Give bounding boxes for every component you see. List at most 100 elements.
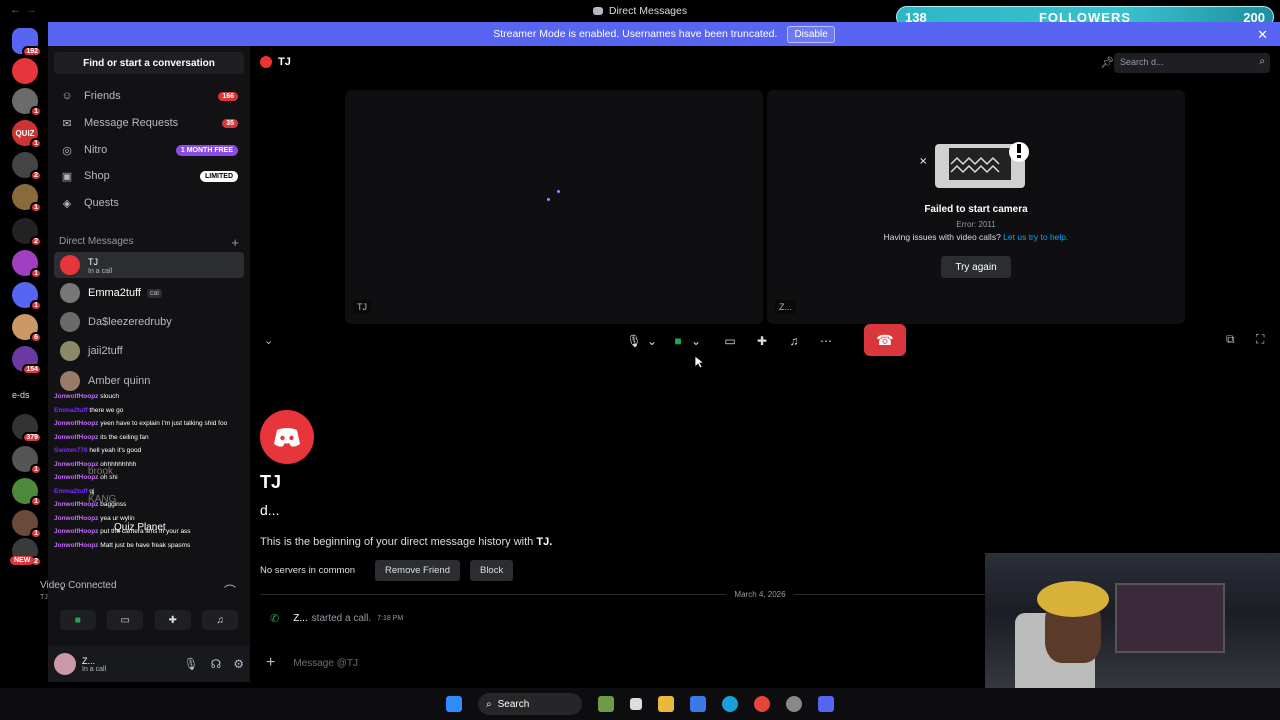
nav-nitro[interactable]: ◎ Nitro 1 MONTH FREE [54,138,244,162]
friends-icon: ☺ [61,90,73,102]
taskbar: ⌕ Search [0,688,1280,720]
new-badge[interactable]: NEW [10,556,35,565]
fullscreen-icon[interactable]: ⛶ [1256,332,1264,347]
activities-icon[interactable]: ✚ [154,610,191,630]
soundboard-icon[interactable]: ♫ [784,331,804,351]
server-icon[interactable]: 1 [12,510,42,539]
find-conversation-button[interactable]: Find or start a conversation [54,52,244,74]
create-dm-plus-icon[interactable]: + [231,235,239,250]
avatar[interactable] [54,653,76,675]
disable-button[interactable]: Disable [787,25,835,43]
forward-arrow-icon[interactable]: → [26,4,37,16]
gear-icon[interactable]: ⚙ [233,657,244,671]
copilot-icon[interactable] [690,696,706,712]
search-input[interactable]: Search d... ⌕ [1114,53,1270,73]
camera-toggle-icon[interactable]: ■ [59,610,96,630]
mail-icon: ✉ [62,118,72,130]
chrome-icon[interactable] [754,696,770,712]
server-eds-label[interactable]: e-ds [12,390,30,400]
camera-help: Having issues with video calls? Let us t… [767,232,1185,242]
taskbar-search[interactable]: ⌕ Search [478,693,582,715]
chevron-down-icon[interactable]: ⌄ [647,331,657,351]
chat-msg: yeen have to explain I'm just talking sh… [100,420,228,427]
server-icon[interactable]: 1 [12,282,42,311]
headphones-icon[interactable]: ☊ [211,657,222,671]
server-icon[interactable]: 154 [12,346,42,375]
date-label: March 4, 2026 [726,590,794,599]
microphone-icon[interactable]: 🎙︎ [183,657,198,671]
search-icon: ⌕ [1259,56,1265,67]
quests-icon: ◈ [62,198,72,210]
more-options-icon[interactable]: ⋯ [816,331,836,351]
friends-count-badge: 166 [218,91,238,101]
video-tile-tj[interactable]: TJ [345,90,763,324]
chevron-down-icon[interactable]: ⌄ [264,334,273,347]
back-arrow-icon[interactable]: ← [10,4,21,16]
chat-user: JonwolfHoopz [54,433,99,441]
dm-name: Amber quinn [88,375,151,387]
pin-icon[interactable]: 📌︎ [1101,56,1115,69]
dm-header: Direct Messages + [59,235,239,250]
server-icon[interactable]: 2 [12,152,42,181]
try-again-button[interactable]: Try again [941,256,1011,278]
server-quiz-icon[interactable]: QUIZ 1 [12,120,42,149]
close-icon[interactable]: ✕ [1257,27,1268,43]
popout-icon[interactable]: ⧉ [1226,332,1235,347]
server-icon[interactable]: 2 [12,218,42,247]
camera-icon[interactable]: ■ [668,331,688,351]
add-attachment-icon[interactable]: + [266,654,275,672]
screen-share-icon[interactable]: ▭ [107,610,144,630]
hang-up-button[interactable]: ☎ [864,324,906,356]
screen-share-icon[interactable]: ▭ [720,331,740,351]
block-button[interactable]: Block [469,560,514,581]
nav-label: Quests [84,197,119,209]
avatar [60,283,80,303]
dm-item-emma2tuff[interactable]: Emma2tuff cai [54,280,244,306]
nav-friends[interactable]: ☺ Friends 166 [54,84,244,108]
streamer-hair-image [1037,581,1109,617]
dm-item-tj[interactable]: TJ In a call [54,252,244,278]
discord-icon[interactable] [818,696,834,712]
message-input[interactable]: + Message @TJ [260,650,990,676]
activities-icon[interactable]: ✚ [752,331,772,351]
server-icon[interactable]: 6 [12,314,42,343]
remove-friend-button[interactable]: Remove Friend [375,560,460,581]
camera-help-link[interactable]: Let us try to help. [1003,232,1068,242]
tile-name: Z... [775,300,796,314]
badge: 2 [30,236,42,247]
server-icon[interactable]: 1 [12,184,42,213]
badge: 154 [22,364,42,375]
windows-start-icon[interactable] [446,696,462,712]
badge: 1 [30,464,42,475]
nav-message-requests[interactable]: ✉ Message Requests 35 [54,111,244,135]
nav-quests[interactable]: ◈ Quests [54,191,244,215]
server-icon[interactable]: 1 [12,446,42,475]
loading-dot [557,190,560,193]
nav-shop[interactable]: ▣ Shop LIMITED [54,164,244,188]
server-icon[interactable]: 1 [12,88,42,117]
server-icon[interactable]: 379 [12,414,42,443]
video-tile-self[interactable]: × Failed to start camera Error: 2011 Hav… [767,90,1185,324]
chevron-down-icon[interactable]: ⌄ [691,331,701,351]
edge-icon[interactable] [722,696,738,712]
widgets-icon[interactable] [598,696,614,712]
dm-home-icon[interactable]: 192 [12,28,42,57]
dm-item-jaii2tuff[interactable]: jaii2tuff [54,338,244,364]
nitro-promo-pill: 1 MONTH FREE [175,144,238,156]
camera-error-title: Failed to start camera [924,204,1028,215]
task-view-icon[interactable] [630,698,642,710]
microphone-icon[interactable]: 🎙︎ [624,331,644,351]
svg-text:×: × [919,156,927,167]
obs-icon[interactable] [786,696,802,712]
soundboard-icon[interactable]: ♫ [202,610,239,630]
poster-wall-image [1115,583,1225,653]
dm-beginning-name: TJ. [536,536,553,548]
badge: 6 [30,332,42,343]
dm-item-daleezeredruby[interactable]: Da$leezeredruby [54,309,244,335]
nitro-icon: ◎ [62,145,72,157]
server-icon[interactable]: 1 [12,478,42,507]
file-explorer-icon[interactable] [658,696,674,712]
server-icon[interactable] [12,58,38,84]
call-controls: 🎙︎ ⌄ ■ ⌄ ▭ ✚ ♫ ⋯ [624,326,836,356]
server-icon[interactable]: 1 [12,250,42,279]
